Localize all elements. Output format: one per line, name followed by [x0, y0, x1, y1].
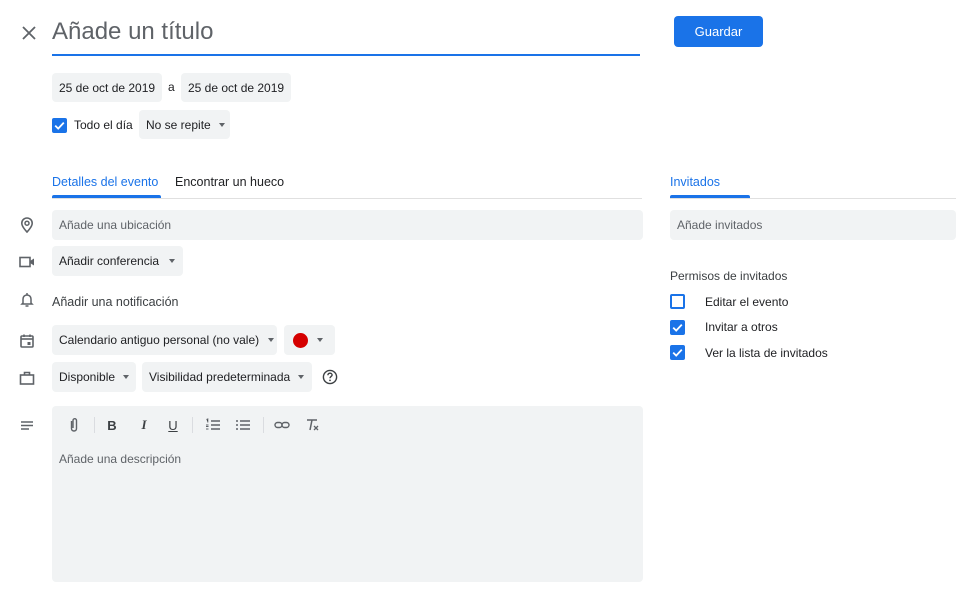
- permission-invite-others-label: Invitar a otros: [705, 320, 778, 334]
- briefcase-icon: [18, 369, 36, 387]
- calendar-icon: [18, 332, 36, 350]
- tab-guests[interactable]: Invitados: [670, 173, 720, 191]
- repeat-select-text: No se repite: [146, 117, 211, 132]
- location-placeholder: Añade una ubicación: [59, 218, 172, 232]
- title-placeholder: Añade un título: [52, 18, 214, 45]
- availability-select[interactable]: Disponible: [52, 362, 136, 392]
- permission-edit-event-checkbox[interactable]: [670, 294, 685, 309]
- date-separator: a: [168, 80, 175, 94]
- chevron-down-icon: [123, 375, 130, 379]
- add-notification-button[interactable]: Añadir una notificación: [52, 293, 178, 311]
- toolbar-divider: [94, 417, 95, 433]
- attachment-icon[interactable]: [65, 416, 83, 434]
- description-lines-icon: [18, 417, 36, 435]
- chevron-down-icon: [169, 259, 176, 263]
- conference-select[interactable]: Añadir conferencia: [52, 246, 183, 276]
- end-date-picker[interactable]: 25 de oct de 2019: [181, 73, 291, 102]
- add-guests-placeholder: Añade invitados: [677, 218, 763, 232]
- chevron-down-icon: [218, 122, 225, 127]
- calendar-select[interactable]: Calendario antiguo personal (no vale): [52, 325, 277, 355]
- end-date-text: 25 de oct de 2019: [188, 80, 285, 95]
- permission-see-guest-list-checkbox[interactable]: [670, 345, 685, 360]
- link-icon[interactable]: [273, 416, 291, 434]
- bold-icon[interactable]: B: [105, 416, 119, 434]
- visibility-select[interactable]: Visibilidad predeterminada: [142, 362, 312, 392]
- guest-permissions-title: Permisos de invitados: [670, 269, 788, 283]
- chevron-down-icon: [317, 338, 323, 342]
- location-input[interactable]: Añade una ubicación: [52, 210, 643, 240]
- close-icon[interactable]: [20, 24, 38, 42]
- toolbar-divider: [192, 417, 193, 433]
- tab-event-details-label: Detalles del evento: [52, 175, 159, 189]
- tab-guests-label: Invitados: [670, 175, 721, 189]
- event-color-select[interactable]: [284, 325, 335, 355]
- bell-icon: [18, 291, 36, 309]
- chevron-down-icon: [268, 338, 275, 342]
- all-day-label: Todo el día: [74, 118, 133, 132]
- all-day-checkbox[interactable]: [52, 118, 67, 133]
- availability-select-text: Disponible: [59, 370, 116, 384]
- calendar-select-text: Calendario antiguo personal (no vale): [59, 333, 260, 347]
- tab-find-slot-label: Encontrar un hueco: [175, 175, 285, 189]
- video-camera-icon: [18, 253, 36, 271]
- tab-find-slot[interactable]: Encontrar un hueco: [175, 173, 284, 191]
- start-date-picker[interactable]: 25 de oct de 2019: [52, 73, 162, 102]
- conference-select-text: Añadir conferencia: [59, 254, 160, 268]
- permission-edit-event-label: Editar el evento: [705, 295, 789, 309]
- underline-icon[interactable]: U: [166, 416, 180, 434]
- numbered-list-icon[interactable]: [204, 416, 222, 434]
- toolbar-divider: [263, 417, 264, 433]
- chevron-down-icon: [298, 375, 305, 379]
- description-placeholder: Añade una descripción: [59, 452, 182, 466]
- color-dot: [293, 332, 308, 348]
- permission-see-guest-list-label: Ver la lista de invitados: [705, 346, 828, 360]
- save-button-label: Guardar: [694, 24, 743, 39]
- permission-invite-others-checkbox[interactable]: [670, 320, 685, 335]
- location-pin-icon: [18, 216, 36, 234]
- repeat-select[interactable]: No se repite: [139, 110, 230, 139]
- visibility-select-text: Visibilidad predeterminada: [149, 370, 291, 384]
- tabs-divider: [52, 198, 642, 199]
- help-icon[interactable]: [321, 368, 339, 386]
- clear-formatting-icon[interactable]: [303, 416, 321, 434]
- bulleted-list-icon[interactable]: [234, 416, 252, 434]
- add-guests-input[interactable]: Añade invitados: [670, 210, 956, 240]
- add-notification-label: Añadir una notificación: [52, 295, 179, 309]
- start-date-text: 25 de oct de 2019: [59, 80, 156, 95]
- save-button[interactable]: Guardar: [674, 16, 763, 47]
- title-input[interactable]: Añade un título: [52, 14, 640, 56]
- italic-icon[interactable]: I: [137, 416, 151, 434]
- guests-tabs-divider: [670, 198, 956, 199]
